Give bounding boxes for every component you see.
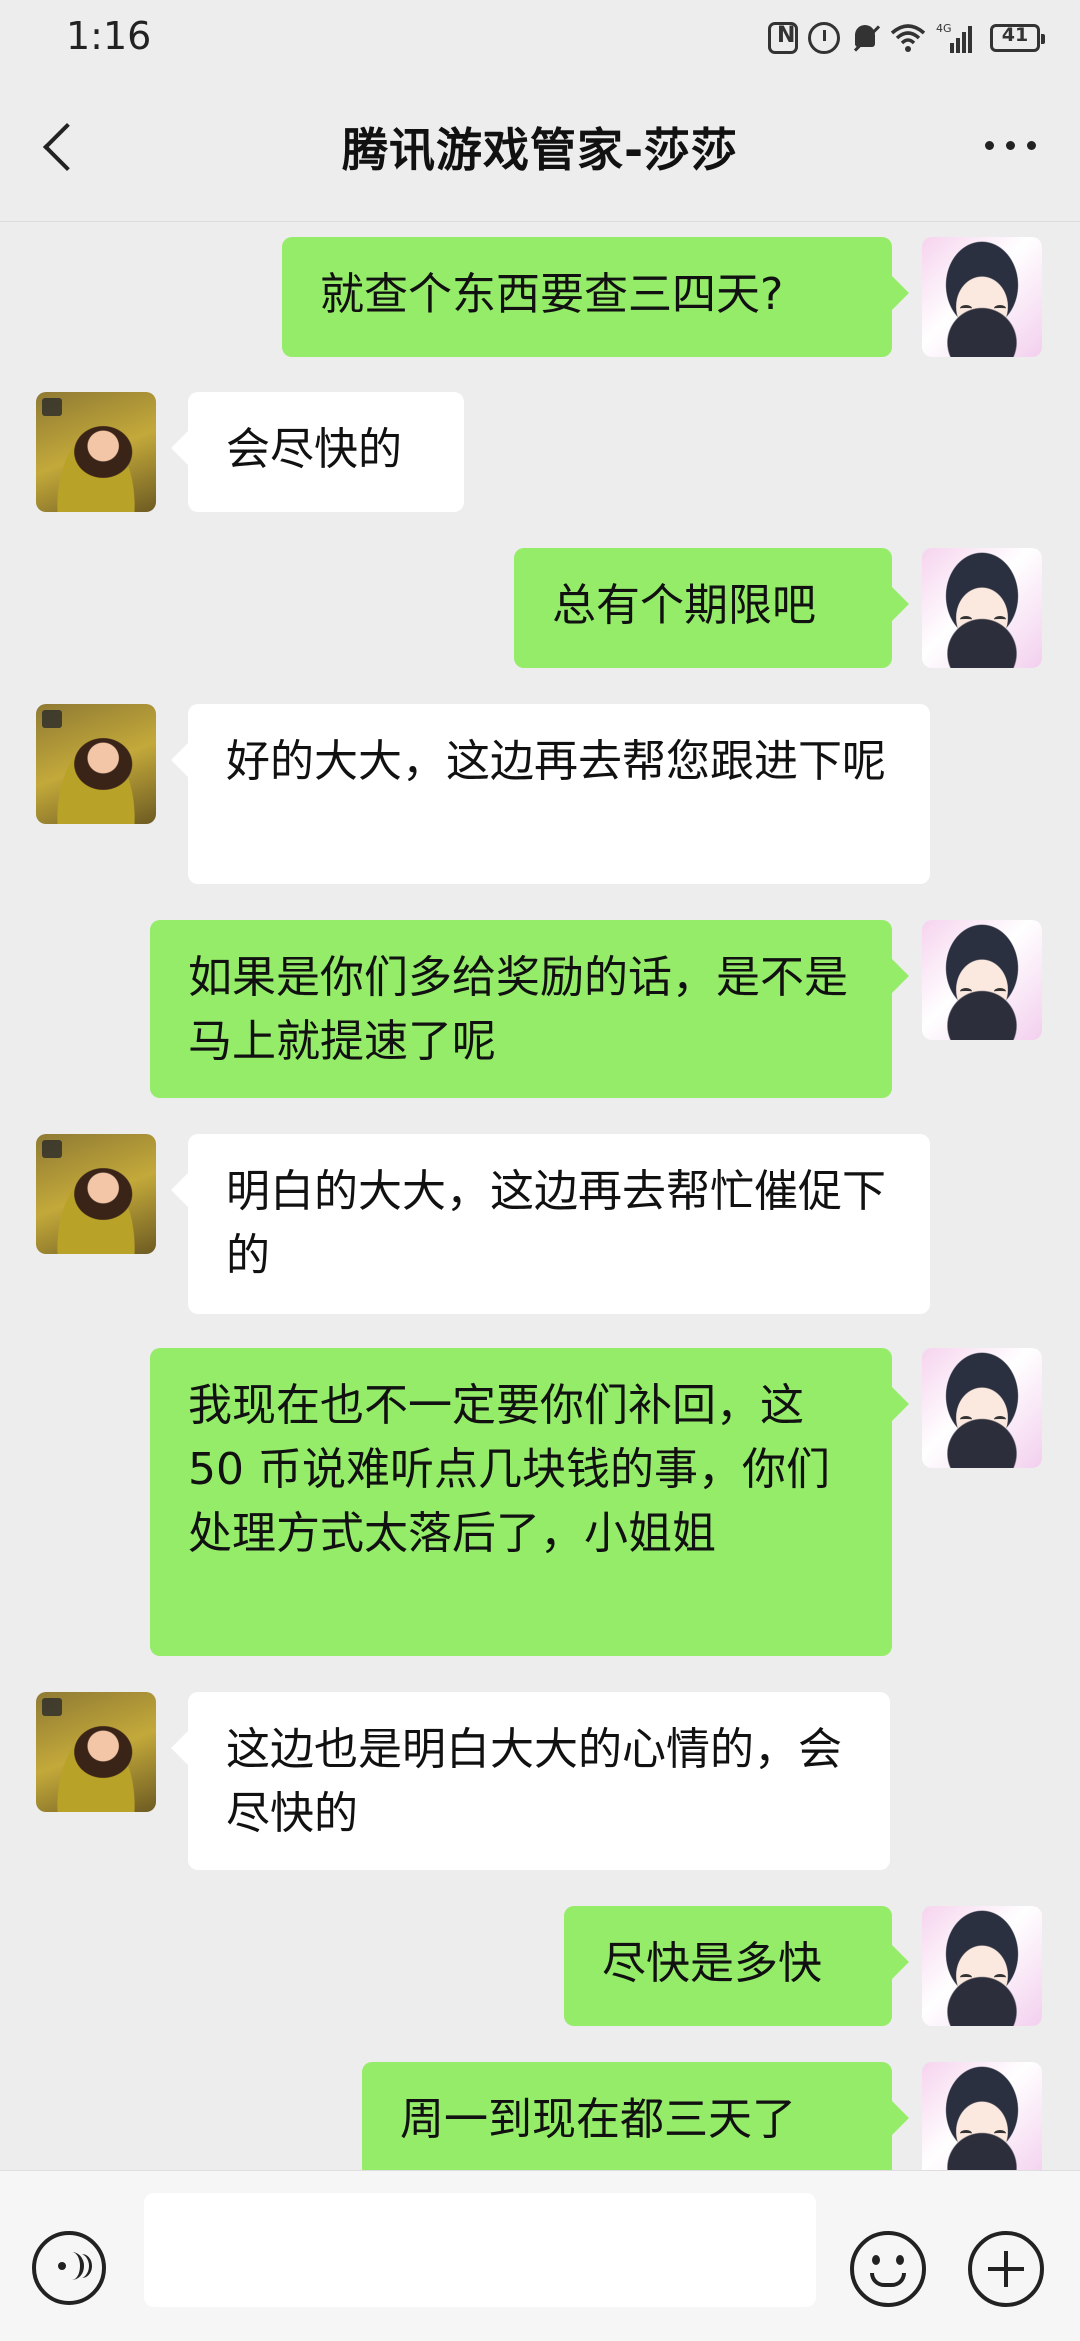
message-bubble-sent[interactable]: 我现在也不一定要你们补回，这 50 币说难听点几块钱的事，你们处理方式太落后了，… bbox=[150, 1348, 892, 1656]
message-bubble-received[interactable]: 会尽快的 bbox=[188, 392, 464, 512]
message-bubble-sent[interactable]: 就查个东西要查三四天? bbox=[282, 237, 892, 357]
message-bubble-received[interactable]: 好的大大，这边再去帮您跟进下呢 bbox=[188, 704, 930, 884]
contact-avatar[interactable] bbox=[36, 704, 156, 824]
more-options-button[interactable] bbox=[970, 120, 1050, 170]
message-bubble-sent[interactable]: 如果是你们多给奖励的话，是不是马上就提速了呢 bbox=[150, 920, 892, 1098]
more-dot-icon bbox=[1026, 140, 1036, 150]
mute-bell-icon bbox=[850, 23, 880, 53]
more-dot-icon bbox=[1005, 140, 1015, 150]
contact-avatar[interactable] bbox=[36, 1134, 156, 1254]
input-bar bbox=[0, 2170, 1080, 2341]
battery-level: 41 bbox=[1001, 24, 1029, 46]
chat-title: 腾讯游戏管家-莎莎 bbox=[341, 123, 739, 177]
emoji-button[interactable] bbox=[850, 2231, 926, 2307]
contact-avatar[interactable] bbox=[36, 1692, 156, 1812]
my-avatar[interactable] bbox=[922, 1348, 1042, 1468]
message-input[interactable] bbox=[144, 2193, 816, 2307]
message-bubble-sent[interactable]: 周一到现在都三天了 bbox=[362, 2062, 892, 2170]
more-dot-icon bbox=[984, 140, 994, 150]
more-functions-button[interactable] bbox=[968, 2231, 1044, 2307]
nfc-icon bbox=[768, 22, 798, 54]
signal-icon: 4G bbox=[936, 21, 976, 55]
my-avatar[interactable] bbox=[922, 237, 1042, 357]
contact-avatar[interactable] bbox=[36, 392, 156, 512]
my-avatar[interactable] bbox=[922, 920, 1042, 1040]
my-avatar[interactable] bbox=[922, 548, 1042, 668]
my-avatar[interactable] bbox=[922, 1906, 1042, 2026]
status-time: 1:16 bbox=[66, 14, 152, 58]
battery-icon: 41 bbox=[990, 24, 1045, 52]
chat-header: 腾讯游戏管家-莎莎 bbox=[0, 72, 1080, 222]
network-type: 4G bbox=[936, 22, 952, 35]
message-list[interactable]: 就查个东西要查三四天? 会尽快的 总有个期限吧 好的大大，这边再去帮您跟进下呢 … bbox=[0, 222, 1080, 2170]
message-bubble-received[interactable]: 明白的大大，这边再去帮忙催促下的 bbox=[188, 1134, 930, 1314]
status-icons: 4G 41 bbox=[768, 18, 1045, 58]
my-avatar[interactable] bbox=[922, 2062, 1042, 2170]
status-bar: 1:16 4G 41 bbox=[0, 0, 1080, 72]
message-bubble-sent[interactable]: 尽快是多快 bbox=[564, 1906, 892, 2026]
message-bubble-received[interactable]: 这边也是明白大大的心情的，会尽快的 bbox=[188, 1692, 890, 1870]
wifi-icon bbox=[890, 23, 926, 53]
message-bubble-sent[interactable]: 总有个期限吧 bbox=[514, 548, 892, 668]
voice-input-button[interactable] bbox=[32, 2231, 106, 2305]
alarm-icon bbox=[808, 22, 840, 54]
